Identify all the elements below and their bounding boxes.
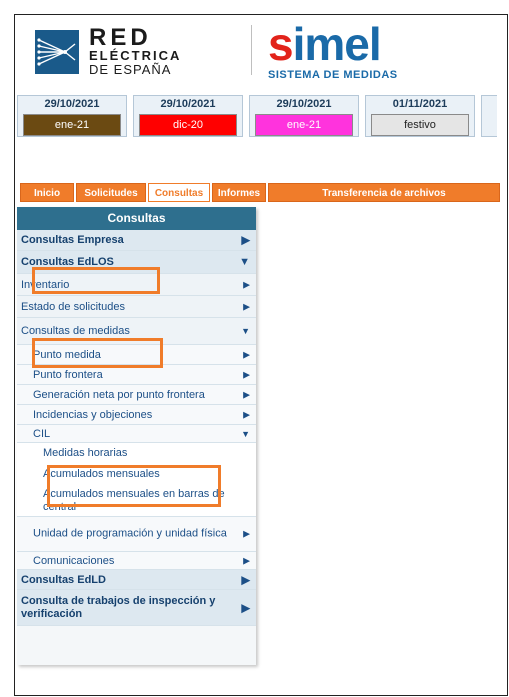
tab-informes[interactable]: Informes <box>212 183 266 202</box>
sidebar-item-consultas-empresa[interactable]: Consultas Empresa ▶ <box>17 230 256 251</box>
chevron-down-icon: ▼ <box>241 326 250 336</box>
sidebar-item-label: Generación neta por punto frontera <box>33 388 205 401</box>
sidebar-item-consultas-edlos[interactable]: Consultas EdLOS ▼ <box>17 251 256 274</box>
status-row: 29/10/2021 ene-21 29/10/2021 dic-20 29/1… <box>17 95 497 137</box>
chevron-down-icon: ▼ <box>241 428 250 439</box>
chevron-right-icon: ▶ <box>241 234 250 247</box>
sidebar-item-generacion-neta[interactable]: Generación neta por punto frontera ▶ <box>17 385 256 405</box>
consultas-sidebar: Consultas Consultas Empresa ▶ Consultas … <box>17 207 256 665</box>
status-chip: festivo <box>371 114 469 136</box>
sidebar-item-inventario[interactable]: Inventario ▶ <box>17 274 256 296</box>
chevron-right-icon: ▶ <box>243 369 250 379</box>
status-date: 29/10/2021 <box>44 98 100 110</box>
status-date: 01/11/2021 <box>392 98 448 110</box>
sidebar-item-label: Consultas EdLD <box>21 573 106 586</box>
status-box-4[interactable]: 01/11/2021 festivo <box>365 95 475 137</box>
sidebar-item-acumulados-mensuales[interactable]: Acumulados mensuales <box>17 462 256 485</box>
sidebar-item-label: Unidad de programación y unidad física <box>33 527 227 540</box>
sidebar-item-label: Punto frontera <box>33 368 103 381</box>
sidebar-item-cil[interactable]: CIL ▼ <box>17 425 256 443</box>
ree-title: RED <box>89 24 152 51</box>
sidebar-item-label: Estado de solicitudes <box>21 300 125 313</box>
chevron-right-icon: ▶ <box>243 349 250 359</box>
sidebar-item-label: Consulta de trabajos de inspección y ver… <box>21 594 216 620</box>
sidebar-item-consultas-edld[interactable]: Consultas EdLD ▶ <box>17 570 256 590</box>
ree-logo: RED ELÉCTRICA DE ESPAÑA <box>35 24 182 77</box>
sidebar-item-label: Acumulados mensuales en barras de centra… <box>43 487 225 513</box>
chevron-right-icon: ▶ <box>243 279 250 289</box>
chevron-right-icon: ▶ <box>243 389 250 399</box>
tab-consultas[interactable]: Consultas <box>148 183 210 202</box>
sidebar-item-consultas-medidas[interactable]: Consultas de medidas ▼ <box>17 318 256 345</box>
status-date: 29/10/2021 <box>160 98 216 110</box>
sidebar-item-punto-medida[interactable]: Punto medida ▶ <box>17 345 256 365</box>
chevron-right-icon: ▶ <box>243 555 250 565</box>
simel-subtitle: SISTEMA DE MEDIDAS <box>268 69 398 81</box>
sidebar-item-label: Punto medida <box>33 348 101 361</box>
status-box-5-partial <box>481 95 497 137</box>
chevron-down-icon: ▼ <box>239 256 250 268</box>
sidebar-title: Consultas <box>17 207 256 230</box>
sidebar-item-punto-frontera[interactable]: Punto frontera ▶ <box>17 365 256 385</box>
chevron-right-icon: ▶ <box>241 602 250 614</box>
simel-logo: simel SISTEMA DE MEDIDAS <box>268 21 398 81</box>
status-box-3[interactable]: 29/10/2021 ene-21 <box>249 95 359 137</box>
ree-logo-mark-icon <box>35 30 79 74</box>
tab-transferencia-archivos[interactable]: Transferencia de archivos <box>268 183 500 202</box>
simel-rest: imel <box>292 18 382 70</box>
status-box-1[interactable]: 29/10/2021 ene-21 <box>17 95 127 137</box>
status-date: 29/10/2021 <box>276 98 332 110</box>
status-chip: dic-20 <box>139 114 237 136</box>
sidebar-item-acumulados-barras-central[interactable]: Acumulados mensuales en barras de centra… <box>17 485 256 517</box>
sidebar-item-label: Acumulados mensuales <box>43 467 160 480</box>
sidebar-item-medidas-horarias[interactable]: Medidas horarias <box>17 443 256 462</box>
sidebar-item-label: Medidas horarias <box>43 446 128 459</box>
chevron-right-icon: ▶ <box>241 574 250 586</box>
sidebar-item-estado-solicitudes[interactable]: Estado de solicitudes ▶ <box>17 296 256 318</box>
chevron-right-icon: ▶ <box>243 528 250 539</box>
ree-subtitle-1: ELÉCTRICA <box>89 48 182 63</box>
status-chip: ene-21 <box>255 114 353 136</box>
sidebar-item-unidad-programacion[interactable]: Unidad de programación y unidad física ▶ <box>17 517 256 552</box>
sidebar-item-label: Consultas Empresa <box>21 234 124 246</box>
sidebar-item-incidencias-objeciones[interactable]: Incidencias y objeciones ▶ <box>17 405 256 425</box>
tab-inicio[interactable]: Inicio <box>20 183 74 202</box>
sidebar-item-inspeccion-verificacion[interactable]: Consulta de trabajos de inspección y ver… <box>17 590 256 626</box>
simel-s: s <box>268 18 294 70</box>
chevron-right-icon: ▶ <box>243 409 250 419</box>
sidebar-item-label: Incidencias y objeciones <box>33 408 153 421</box>
sidebar-item-label: Consultas EdLOS <box>21 256 114 268</box>
status-chip: ene-21 <box>23 114 121 136</box>
logo-divider <box>251 25 252 75</box>
sidebar-item-label: CIL <box>33 427 51 440</box>
sidebar-item-label: Comunicaciones <box>33 554 115 567</box>
sidebar-item-comunicaciones[interactable]: Comunicaciones ▶ <box>17 552 256 570</box>
status-box-2[interactable]: 29/10/2021 dic-20 <box>133 95 243 137</box>
ree-subtitle-2: DE ESPAÑA <box>89 62 172 77</box>
sidebar-item-label: Consultas de medidas <box>21 325 130 337</box>
tab-solicitudes[interactable]: Solicitudes <box>76 183 146 202</box>
chevron-right-icon: ▶ <box>243 301 250 311</box>
sidebar-item-label: Inventario <box>21 278 70 291</box>
